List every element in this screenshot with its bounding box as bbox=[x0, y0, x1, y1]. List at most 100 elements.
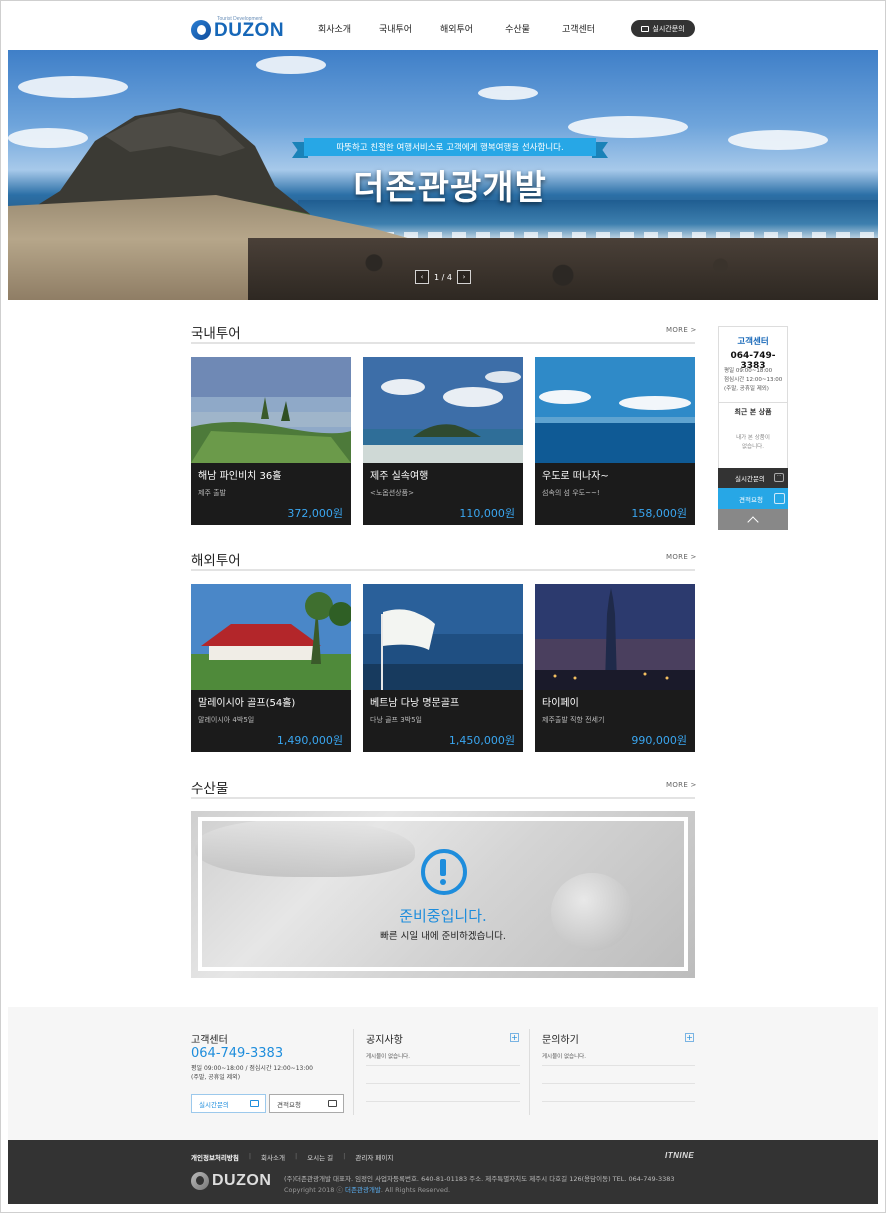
tour-card-price: 372,000원 bbox=[287, 507, 343, 520]
tour-card-price: 110,000원 bbox=[459, 507, 515, 520]
company-address: (주)더존관광개발 대표자. 임정인 사업자등록번호. 640-81-01183… bbox=[284, 1175, 675, 1183]
hero-ribbon-text: 따뜻하고 친절한 여행서비스로 고객에게 행복여행을 선사합니다. bbox=[304, 138, 596, 156]
hero-title: 더존관광개발 bbox=[353, 168, 547, 208]
footer-cs-title: 고객센터 bbox=[191, 1035, 228, 1046]
quick-menu-title: 고객센터 bbox=[737, 337, 769, 347]
footer-link-directions[interactable]: 오시는 길 bbox=[307, 1152, 333, 1162]
hero-ribbon: 따뜻하고 친절한 여행서비스로 고객에게 행복여행을 선사합니다. bbox=[292, 138, 608, 158]
nav-item-seafood[interactable]: 수산물 bbox=[487, 22, 548, 35]
recent-products-title: 최근 본 상품 bbox=[734, 408, 772, 416]
slide-counter: 1 / 4 bbox=[434, 272, 452, 282]
tour-card-subtitle: <노옵션상품> bbox=[370, 489, 414, 497]
footer-quote-label: 견적요청 bbox=[277, 1100, 301, 1109]
live-chat-button[interactable]: 실시간문의 bbox=[631, 20, 695, 37]
overseas-tour-title: 해외투어 bbox=[191, 553, 241, 569]
tour-card-price: 1,490,000원 bbox=[276, 734, 343, 747]
user-icon bbox=[774, 493, 785, 504]
prev-slide-button[interactable]: ‹ bbox=[415, 270, 429, 284]
logo-mark-icon bbox=[191, 20, 211, 40]
hours-line: 점심시간 12:00~13:00 bbox=[724, 377, 783, 383]
tour-card-info: 우도로 떠나자~ 섬속의 섬 우도~~! 158,000원 bbox=[535, 463, 695, 525]
cloud-shape bbox=[728, 130, 828, 150]
link-separator: | bbox=[343, 1152, 346, 1160]
footer-cs-phone: 064-749-3383 bbox=[191, 1046, 284, 1061]
nav-item-company[interactable]: 회사소개 bbox=[304, 22, 365, 35]
footer-link-admin[interactable]: 관리자 페이지 bbox=[355, 1152, 393, 1162]
tour-image-island bbox=[363, 357, 523, 463]
nav-item-domestic-tour[interactable]: 국내투어 bbox=[365, 22, 426, 35]
list-rule bbox=[366, 1101, 520, 1102]
domestic-tour-title: 국내투어 bbox=[191, 326, 241, 342]
user-icon bbox=[328, 1100, 337, 1107]
scroll-top-button[interactable] bbox=[718, 509, 788, 530]
tour-card[interactable]: 제주 실속여행 <노옵션상품> 110,000원 bbox=[363, 357, 523, 525]
tour-card-title: 타이페이 bbox=[542, 698, 579, 709]
exclamation-icon bbox=[421, 849, 467, 895]
preparing-subtitle: 빠른 시일 내에 준비하겠습니다. bbox=[380, 931, 506, 942]
chat-icon bbox=[641, 25, 650, 32]
inquiry-more-plus-icon[interactable]: + bbox=[685, 1033, 694, 1042]
footer-logo: DUZON bbox=[191, 1172, 271, 1190]
list-rule bbox=[366, 1083, 520, 1084]
hours-line: 평일 09:00~18:00 bbox=[724, 368, 773, 374]
quick-quote-button[interactable]: 견적요청 bbox=[718, 488, 788, 509]
empty-line: 내가 본 상품이 bbox=[736, 435, 770, 441]
footer-link-company[interactable]: 회사소개 bbox=[261, 1152, 285, 1162]
tour-card[interactable]: 우도로 떠나자~ 섬속의 섬 우도~~! 158,000원 bbox=[535, 357, 695, 525]
quick-menu: 고객센터 064-749-3383 평일 09:00~18:00 점심시간 12… bbox=[718, 326, 788, 530]
footer-quote-button[interactable]: 견적요청 bbox=[269, 1094, 344, 1113]
nav-item-overseas-tour[interactable]: 해외투어 bbox=[426, 22, 487, 35]
column-divider bbox=[353, 1029, 354, 1115]
link-separator: | bbox=[248, 1152, 252, 1160]
list-rule bbox=[366, 1065, 520, 1066]
tour-card-info: 제주 실속여행 <노옵션상품> 110,000원 bbox=[363, 463, 523, 525]
tour-card[interactable]: 말레이시아 골프(54홀) 말레이시아 4박5일 1,490,000원 bbox=[191, 584, 351, 752]
tour-card-info: 말레이시아 골프(54홀) 말레이시아 4박5일 1,490,000원 bbox=[191, 690, 351, 752]
nav-item-customer-center[interactable]: 고객센터 bbox=[548, 22, 609, 35]
quick-menu-hours: 평일 09:00~18:00 점심시간 12:00~13:00 (주말, 공휴일… bbox=[724, 367, 782, 394]
quick-live-chat-button[interactable]: 실시간문의 ··· bbox=[718, 468, 788, 488]
domestic-more-link[interactable]: MORE > bbox=[666, 326, 697, 334]
footer-link-privacy[interactable]: 개인정보처리방침 bbox=[191, 1152, 239, 1162]
section-divider bbox=[191, 797, 695, 799]
footer-logo-text: DUZON bbox=[212, 1172, 272, 1189]
notice-more-plus-icon[interactable]: + bbox=[510, 1033, 519, 1042]
tour-card-price: 158,000원 bbox=[631, 507, 687, 520]
overseas-more-link[interactable]: MORE > bbox=[666, 553, 697, 561]
cloud-shape bbox=[478, 86, 538, 100]
tour-card[interactable]: 해남 파인비치 36홀 제주 출발 372,000원 bbox=[191, 357, 351, 525]
tour-card[interactable]: 타이페이 제주출발 직항 전세기 990,000원 bbox=[535, 584, 695, 752]
footer-cs-hours: 평일 09:00~18:00 / 점심시간 12:00~13:00 (주말, 공… bbox=[191, 1064, 313, 1082]
tour-image-golf-flag bbox=[363, 584, 523, 690]
quick-live-chat-label: 실시간문의 bbox=[735, 475, 765, 483]
tour-image-resort bbox=[191, 584, 351, 690]
site-header: DUZON Tourist Development 회사소개 국내투어 해외투어… bbox=[8, 8, 878, 50]
tour-card-info: 해남 파인비치 36홀 제주 출발 372,000원 bbox=[191, 463, 351, 525]
tour-image-taipei-skyline bbox=[535, 584, 695, 690]
tour-card[interactable]: 베트남 다낭 명문골프 다낭 골프 3박5일 1,450,000원 bbox=[363, 584, 523, 752]
copyright-company: 더존관광개발 bbox=[345, 1186, 381, 1194]
list-rule bbox=[542, 1083, 695, 1084]
partner-logo[interactable]: ITNINE bbox=[665, 1151, 694, 1160]
tour-card-info: 베트남 다낭 명문골프 다낭 골프 3박5일 1,450,000원 bbox=[363, 690, 523, 752]
next-slide-button[interactable]: › bbox=[456, 270, 471, 284]
tour-card-info: 타이페이 제주출발 직항 전세기 990,000원 bbox=[535, 690, 695, 752]
list-rule bbox=[542, 1065, 695, 1066]
quick-quote-label: 견적요청 bbox=[739, 495, 763, 504]
tour-card-title: 우도로 떠나자~ bbox=[542, 471, 609, 482]
copyright-prefix: Copyright 2018 ⓒ bbox=[284, 1186, 346, 1194]
tour-card-subtitle: 말레이시아 4박5일 bbox=[198, 716, 255, 724]
seafood-more-link[interactable]: MORE > bbox=[666, 781, 697, 789]
empty-line: 없습니다. bbox=[742, 444, 764, 450]
tour-card-subtitle: 제주출발 직항 전세기 bbox=[542, 716, 605, 724]
footer-live-chat-button[interactable]: 실시간문의 bbox=[191, 1094, 266, 1113]
chat-icon bbox=[250, 1100, 259, 1107]
tour-image-ocean bbox=[535, 357, 695, 463]
column-divider bbox=[529, 1029, 530, 1115]
logo-text: DUZON bbox=[214, 19, 285, 41]
seafood-title: 수산물 bbox=[191, 781, 229, 797]
inquiry-empty: 게시물이 없습니다. bbox=[542, 1054, 586, 1060]
site-logo[interactable]: DUZON Tourist Development bbox=[191, 16, 291, 44]
tour-card-price: 1,450,000원 bbox=[448, 734, 515, 747]
preparing-title: 준비중입니다. bbox=[399, 907, 487, 925]
